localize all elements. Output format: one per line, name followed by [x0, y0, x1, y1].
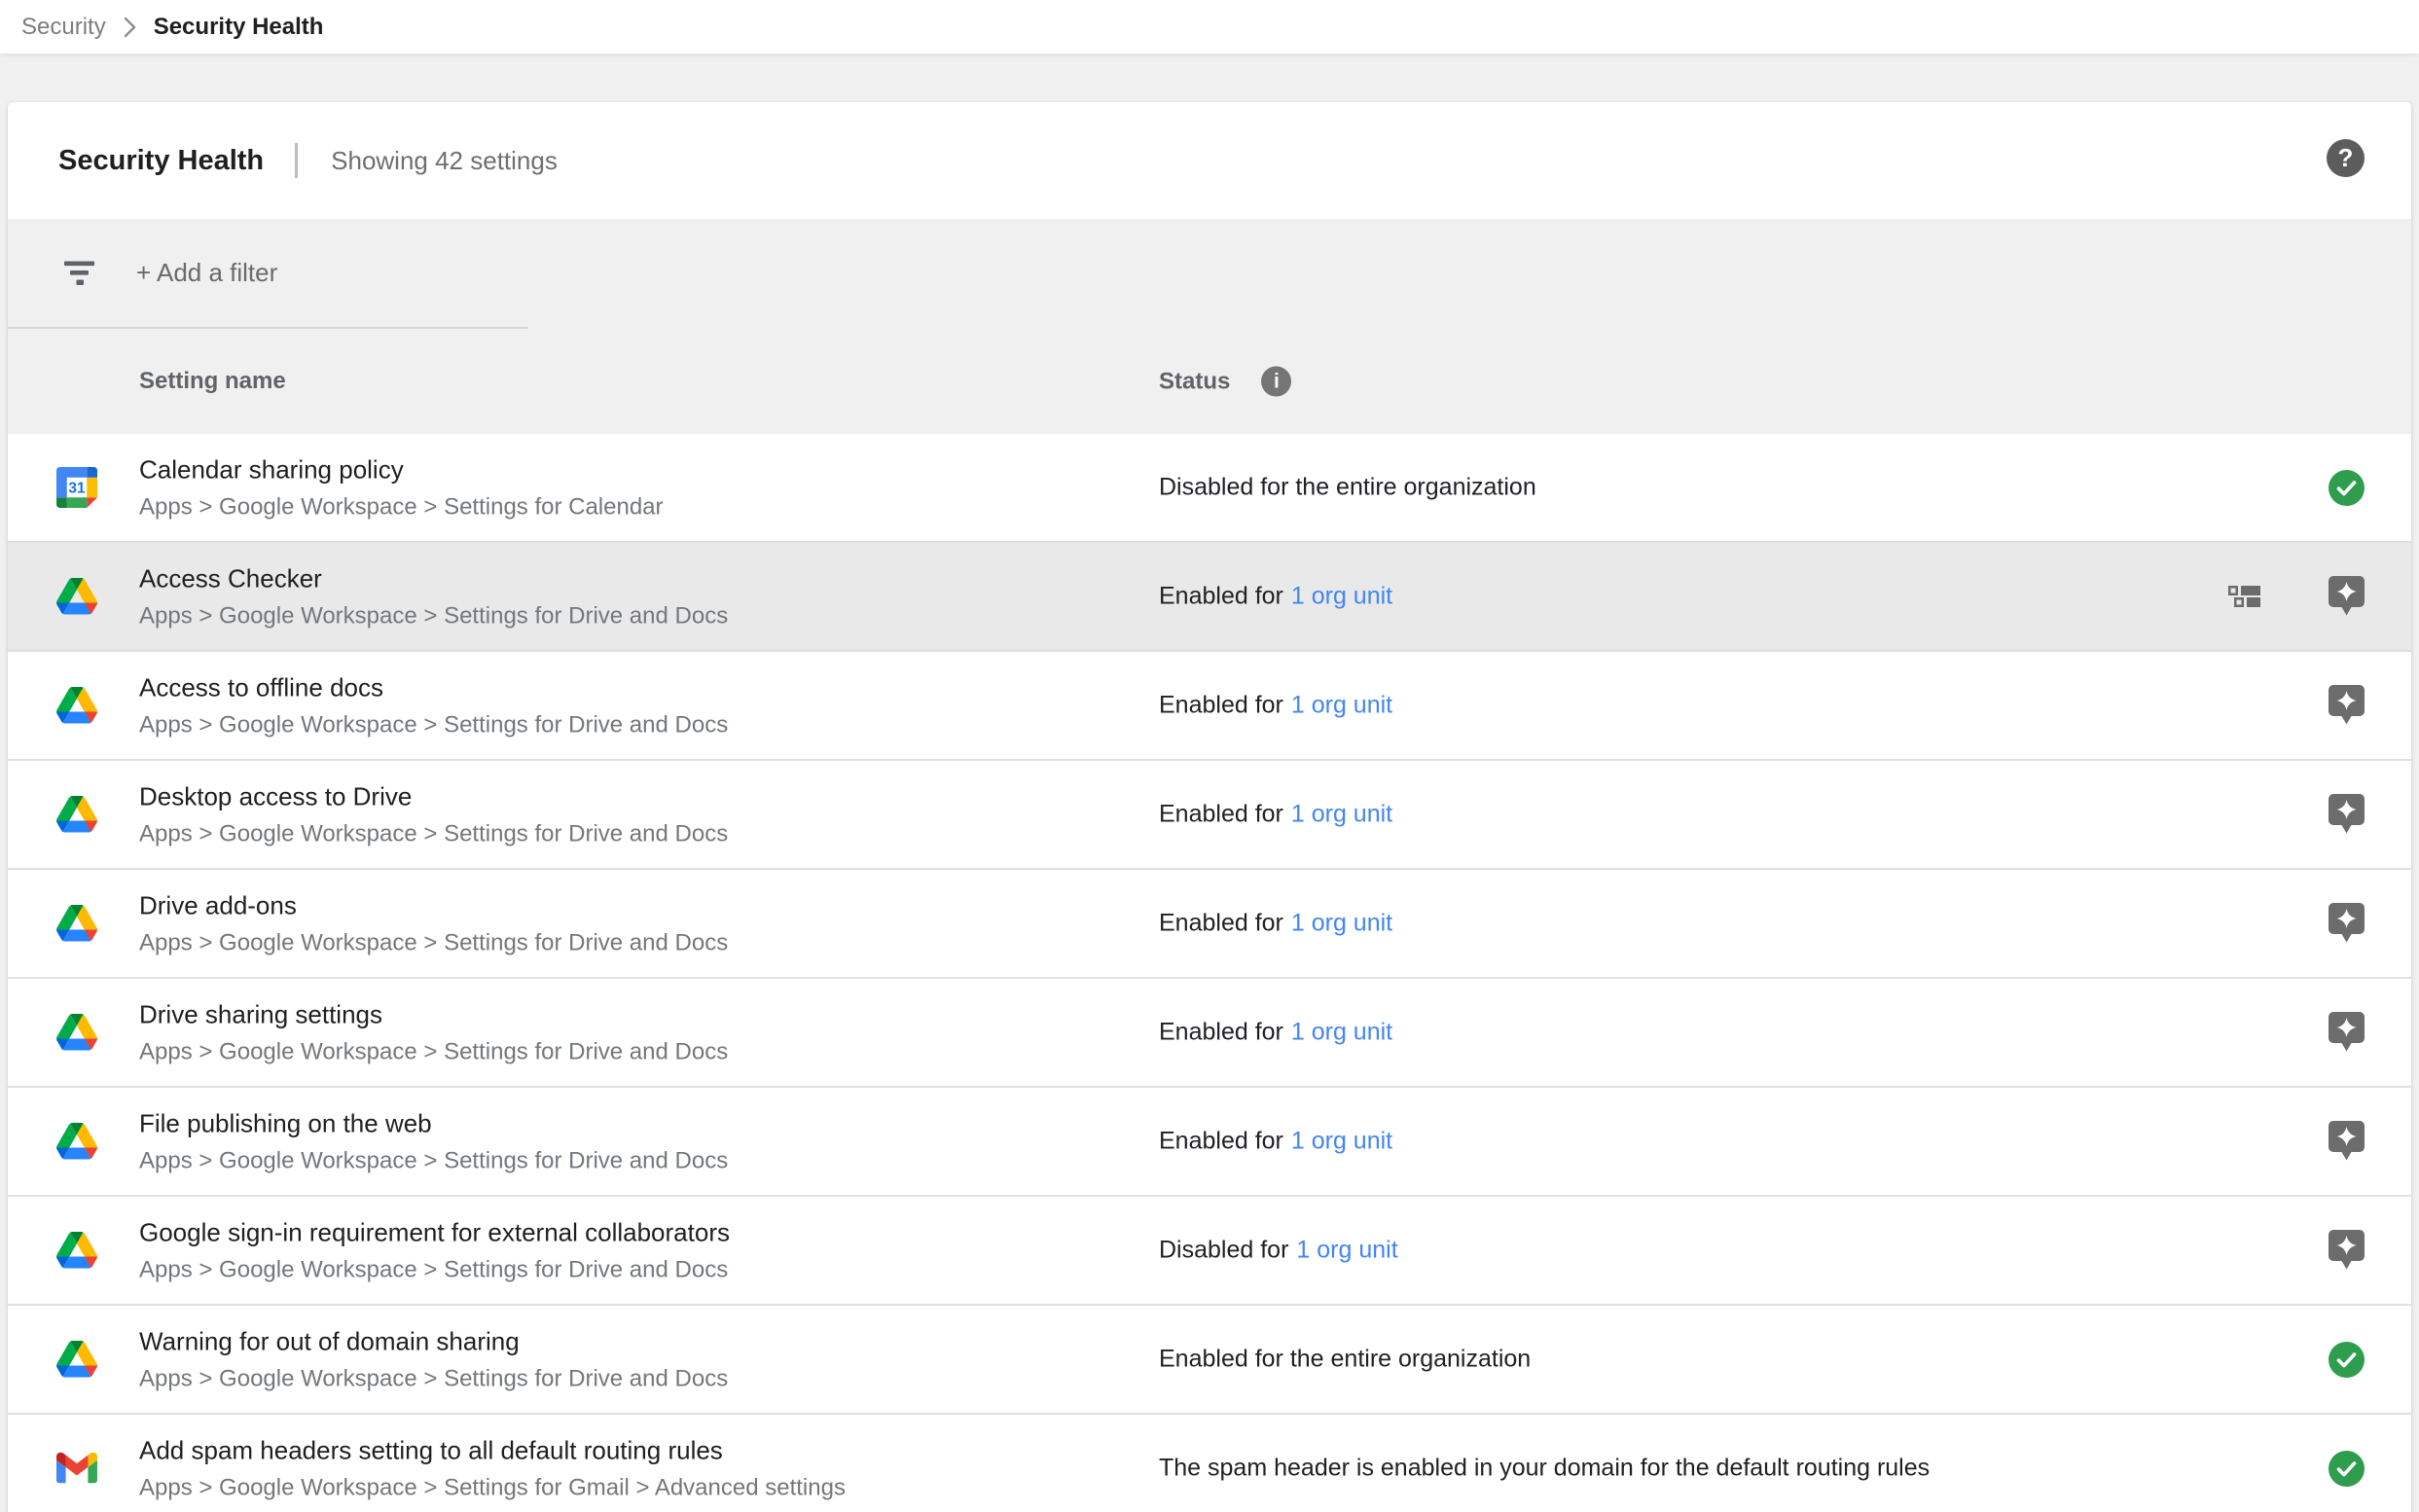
page-title: Security Health [58, 145, 264, 177]
setting-path: Apps > Google Workspace > Settings for D… [139, 713, 728, 738]
breadcrumb-parent[interactable]: Security [21, 14, 106, 41]
drive-icon [56, 903, 97, 944]
setting-path: Apps > Google Workspace > Settings for G… [139, 1476, 846, 1501]
recommendation-badge-icon[interactable] [2329, 1230, 2365, 1271]
drive-icon [56, 794, 97, 835]
setting-path: Apps > Google Workspace > Settings for D… [139, 604, 728, 630]
setting-title: Add spam headers setting to all default … [139, 1436, 846, 1465]
breadcrumb: Security Security Health [0, 0, 2419, 54]
filter-bar: + Add a filter [8, 219, 2411, 327]
add-filter-button[interactable]: + Add a filter [136, 258, 277, 288]
setting-title: Drive add-ons [139, 891, 728, 920]
status-text: Enabled for [1159, 910, 1283, 937]
org-unit-link[interactable]: 1 org unit [1291, 692, 1392, 719]
drive-icon [56, 1012, 97, 1053]
org-unit-link[interactable]: 1 org unit [1291, 583, 1392, 610]
table-row[interactable]: Access Checker Apps > Google Workspace >… [8, 543, 2411, 652]
setting-title: Access Checker [139, 564, 728, 594]
breadcrumb-chevron-icon [124, 17, 136, 38]
drive-icon [56, 1230, 97, 1271]
recommendation-badge-icon[interactable] [2329, 1012, 2365, 1053]
table-row[interactable]: Add spam headers setting to all default … [8, 1415, 2411, 1512]
info-icon[interactable]: i [1261, 367, 1291, 397]
svg-text:31: 31 [68, 480, 86, 496]
filter-icon[interactable] [63, 260, 95, 286]
table-row[interactable]: Warning for out of domain sharing Apps >… [8, 1306, 2411, 1415]
org-unit-link[interactable]: 1 org unit [1291, 801, 1392, 828]
settings-count: Showing 42 settings [331, 146, 558, 176]
setting-path: Apps > Google Workspace > Settings for D… [139, 822, 728, 847]
recommendation-badge-icon[interactable] [2329, 903, 2365, 944]
org-unit-link[interactable]: 1 org unit [1296, 1237, 1397, 1264]
help-icon[interactable]: ? [2327, 139, 2365, 177]
setting-title: Drive sharing settings [139, 1000, 728, 1029]
setting-title: File publishing on the web [139, 1109, 728, 1138]
org-unit-link[interactable]: 1 org unit [1291, 1128, 1392, 1155]
title-divider [295, 143, 298, 178]
recommendation-badge-icon[interactable] [2329, 685, 2365, 726]
card-header: Security Health Showing 42 settings ? [8, 102, 2411, 219]
calendar-icon: 31 [56, 467, 97, 508]
breadcrumb-current: Security Health [154, 14, 324, 41]
page: Security Security Health Security Health… [0, 0, 2419, 1512]
table-row[interactable]: Drive add-ons Apps > Google Workspace > … [8, 870, 2411, 979]
table-row[interactable]: 31 Calendar sharing policy Apps > Google… [8, 434, 2411, 543]
column-status: Status [1159, 368, 1230, 395]
setting-path: Apps > Google Workspace > Settings for D… [139, 1258, 730, 1283]
table-header-row: Setting name Status i [8, 329, 2411, 434]
drive-icon [56, 576, 97, 617]
table-row[interactable]: Desktop access to Drive Apps > Google Wo… [8, 761, 2411, 870]
status-text: Enabled for [1159, 1019, 1283, 1046]
table-row[interactable]: Drive sharing settings Apps > Google Wor… [8, 979, 2411, 1088]
setting-title: Access to offline docs [139, 673, 728, 702]
status-text: Disabled for [1159, 1237, 1288, 1264]
setting-title: Google sign-in requirement for external … [139, 1218, 730, 1247]
content-card: Security Health Showing 42 settings ? + … [8, 102, 2411, 1512]
setting-title: Warning for out of domain sharing [139, 1327, 728, 1356]
column-setting-name: Setting name [139, 368, 286, 395]
status-text: The spam header is enabled in your domai… [1159, 1455, 1930, 1482]
ok-check-icon [2329, 467, 2365, 508]
status-text: Enabled for the entire organization [1159, 1346, 1531, 1373]
table-toolbar: + Add a filter Setting name Status i [8, 219, 2411, 434]
status-text: Enabled for [1159, 1128, 1283, 1155]
ok-check-icon [2329, 1339, 2365, 1380]
org-unit-link[interactable]: 1 org unit [1291, 910, 1392, 937]
drive-icon [56, 685, 97, 726]
setting-path: Apps > Google Workspace > Settings for D… [139, 1149, 728, 1174]
setting-path: Apps > Google Workspace > Settings for D… [139, 1040, 728, 1065]
table-row[interactable]: Google sign-in requirement for external … [8, 1197, 2411, 1306]
settings-table-body: 31 Calendar sharing policy Apps > Google… [8, 434, 2411, 1512]
gmail-icon [56, 1448, 97, 1489]
setting-path: Apps > Google Workspace > Settings for D… [139, 1367, 728, 1392]
status-text: Enabled for [1159, 692, 1283, 719]
table-row[interactable]: File publishing on the web Apps > Google… [8, 1088, 2411, 1197]
status-text: Enabled for [1159, 583, 1283, 610]
status-text: Enabled for [1159, 801, 1283, 828]
org-unit-link[interactable]: 1 org unit [1291, 1019, 1392, 1046]
ok-check-icon [2329, 1448, 2365, 1489]
recommendation-badge-icon[interactable] [2329, 794, 2365, 835]
setting-title: Desktop access to Drive [139, 782, 728, 811]
setting-title: Calendar sharing policy [139, 455, 664, 485]
column-status-group: Status i [1159, 367, 1291, 397]
drive-icon [56, 1121, 97, 1162]
drive-icon [56, 1339, 97, 1380]
recommendation-badge-icon[interactable] [2329, 576, 2365, 617]
setting-path: Apps > Google Workspace > Settings for C… [139, 495, 664, 521]
status-text: Disabled for the entire organization [1159, 474, 1536, 501]
org-units-icon [2228, 586, 2260, 607]
recommendation-badge-icon[interactable] [2329, 1121, 2365, 1162]
table-row[interactable]: Access to offline docs Apps > Google Wor… [8, 652, 2411, 761]
setting-path: Apps > Google Workspace > Settings for D… [139, 931, 728, 956]
